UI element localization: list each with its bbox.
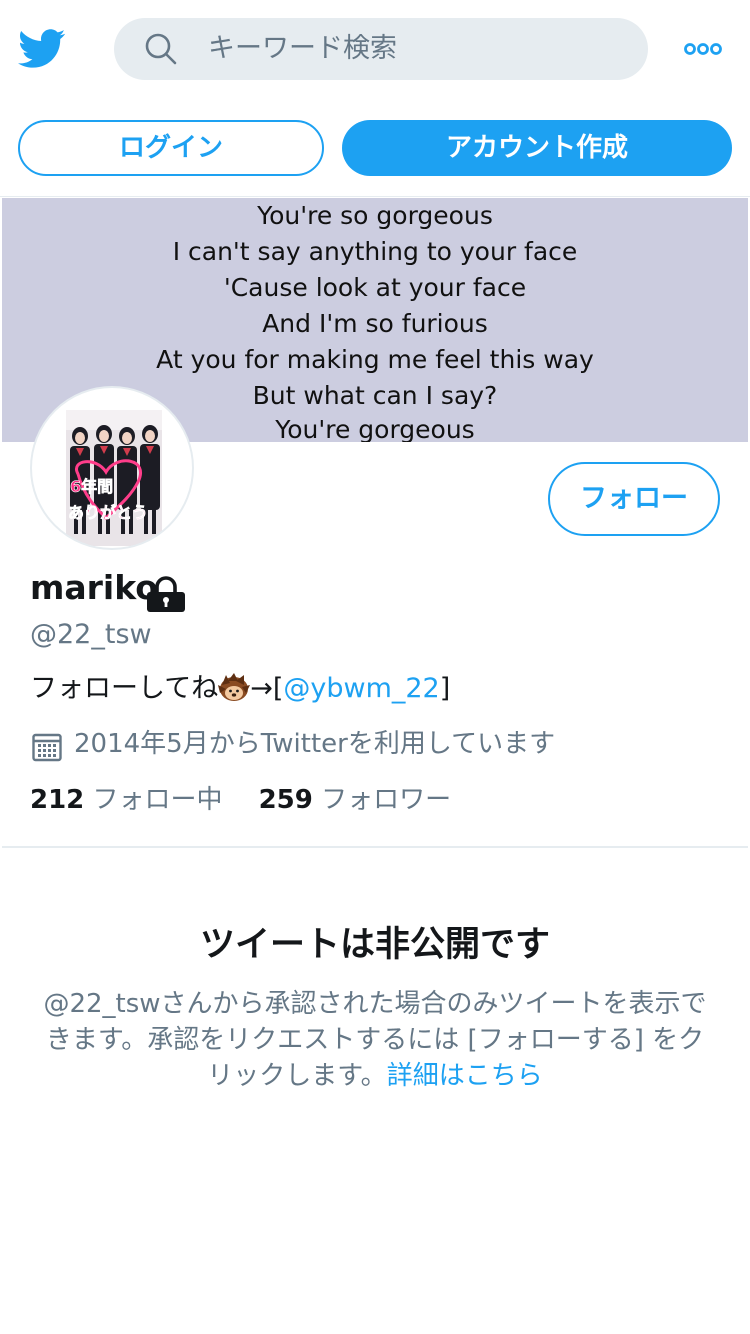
display-name: mariko xyxy=(30,568,158,607)
protected-title: ツイートは非公開です xyxy=(199,925,550,965)
profile-bio: フォローしてね →[@ybwm_22] xyxy=(30,670,450,708)
followers-label: フォロワー xyxy=(321,785,452,815)
follow-stats: 212 フォロー中 259 フォロワー xyxy=(30,782,451,818)
header-divider xyxy=(0,196,750,197)
bio-arrow: →[ xyxy=(250,673,284,704)
avatar-overlay-text: ありがとう xyxy=(68,503,148,522)
search-icon xyxy=(145,33,177,65)
bio-close: ] xyxy=(439,673,451,704)
following-label: フォロー中 xyxy=(92,785,223,815)
protected-body: @22_tswさんから承認された場合のみツイートを表示できます。承認をリクエスト… xyxy=(40,986,710,1094)
search-placeholder: キーワード検索 xyxy=(208,33,397,64)
lock-icon xyxy=(147,576,185,612)
top-bar: キーワード検索 xyxy=(0,0,750,100)
hedgehog-emoji-icon xyxy=(218,673,251,701)
user-handle: @22_tsw xyxy=(30,619,152,650)
banner-line: I can't say anything to your face xyxy=(172,237,578,266)
more-dots-icon[interactable] xyxy=(684,40,722,58)
profile-divider xyxy=(2,846,748,848)
bio-mention-link[interactable]: @ybwm_22 xyxy=(283,673,439,704)
followers-count: 259 xyxy=(258,785,313,815)
bio-text: フォローしてね xyxy=(30,673,219,704)
avatar[interactable]: 6年間 ありがとう xyxy=(30,386,194,550)
banner-line: You're so gorgeous xyxy=(257,201,493,230)
following-count: 212 xyxy=(30,785,85,815)
followers-stat[interactable]: 259 フォロワー xyxy=(259,785,452,815)
calendar-icon xyxy=(32,733,62,762)
search-bar[interactable]: キーワード検索 xyxy=(114,18,648,80)
avatar-photo: 6年間 ありがとう xyxy=(66,410,162,546)
banner-line: At you for making me feel this way xyxy=(156,345,594,374)
following-stat[interactable]: 212 フォロー中 xyxy=(30,785,223,815)
avatar-overlay-text: 6年間 xyxy=(70,477,113,496)
login-button[interactable]: ログイン xyxy=(18,120,324,176)
protected-body-text: @22_tswさんから承認された場合のみツイートを表示できます。承認をリクエスト… xyxy=(43,989,707,1091)
banner-line: 'Cause look at your face xyxy=(223,273,527,302)
learn-more-link[interactable]: 詳細はこちら xyxy=(387,1061,543,1091)
banner-line: And I'm so furious xyxy=(262,309,488,338)
twitter-bird-icon[interactable] xyxy=(18,28,66,70)
signup-button[interactable]: アカウント作成 xyxy=(342,120,732,176)
follow-button[interactable]: フォロー xyxy=(548,462,720,536)
joined-text: 2014年5月からTwitterを利用しています xyxy=(74,729,556,759)
